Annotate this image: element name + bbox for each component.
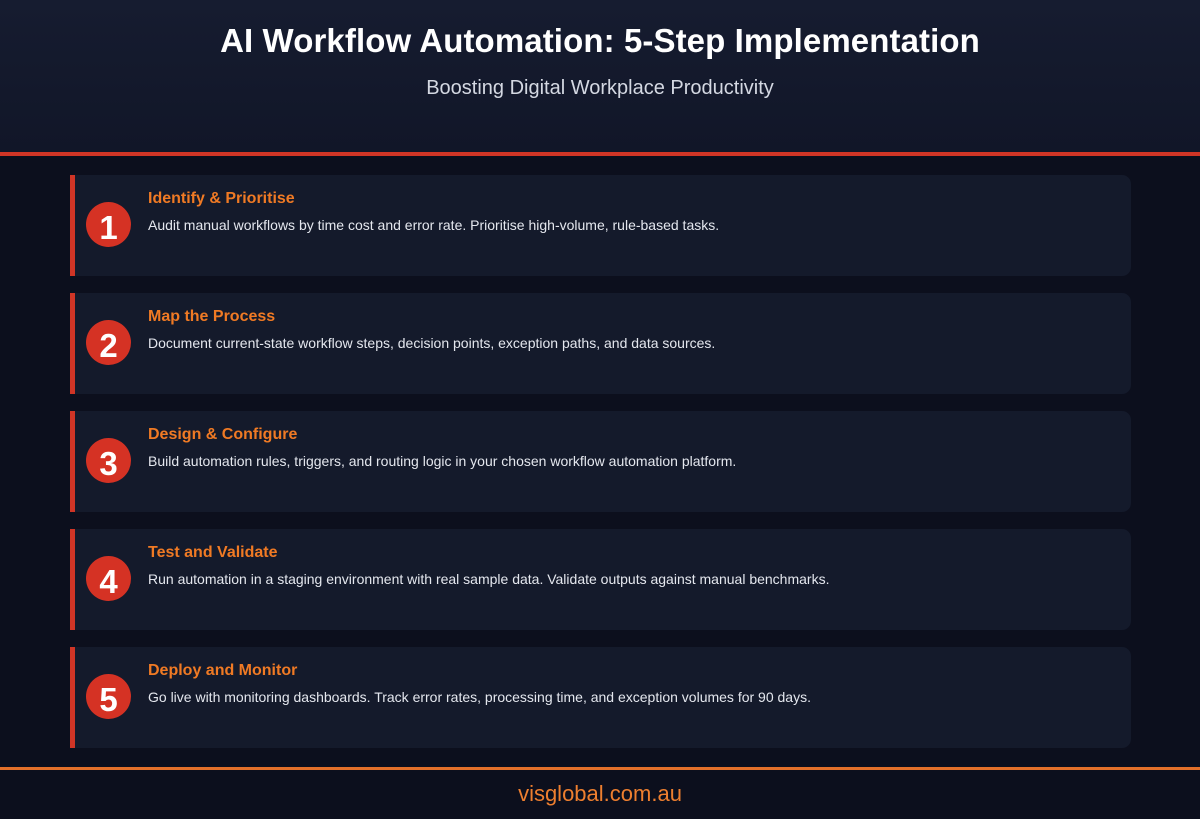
step-description: Go live with monitoring dashboards. Trac… — [148, 689, 811, 705]
step-number-badge: 5 — [86, 674, 131, 719]
step-description: Audit manual workflows by time cost and … — [148, 217, 720, 233]
step-card-1: 1 Identify & Prioritise Audit manual wor… — [70, 175, 1131, 276]
step-number-badge: 2 — [86, 320, 131, 365]
step-card-5: 5 Deploy and Monitor Go live with monito… — [70, 647, 1131, 748]
header-banner: AI Workflow Automation: 5-Step Implement… — [0, 0, 1200, 152]
header-divider — [0, 152, 1200, 156]
step-title: Deploy and Monitor — [148, 662, 298, 679]
footer: visglobal.com.au — [0, 770, 1200, 819]
step-description: Run automation in a staging environment … — [148, 571, 830, 587]
footer-website: visglobal.com.au — [518, 781, 682, 806]
step-card-4: 4 Test and Validate Run automation in a … — [70, 529, 1131, 630]
step-title: Map the Process — [148, 308, 276, 325]
page-title: AI Workflow Automation: 5-Step Implement… — [220, 22, 980, 59]
step-number-badge: 3 — [86, 438, 131, 483]
page-subtitle: Boosting Digital Workplace Productivity — [426, 77, 774, 99]
steps-list: 1 Identify & Prioritise Audit manual wor… — [70, 175, 1131, 748]
step-title: Identify & Prioritise — [148, 190, 295, 207]
step-number-badge: 1 — [86, 202, 131, 247]
step-description: Document current-state workflow steps, d… — [148, 335, 716, 351]
step-card-2: 2 Map the Process Document current-state… — [70, 293, 1131, 394]
step-description: Build automation rules, triggers, and ro… — [148, 453, 737, 469]
step-number-badge: 4 — [86, 556, 131, 601]
step-title: Design & Configure — [148, 426, 298, 443]
step-card-3: 3 Design & Configure Build automation ru… — [70, 411, 1131, 512]
step-title: Test and Validate — [148, 544, 278, 561]
